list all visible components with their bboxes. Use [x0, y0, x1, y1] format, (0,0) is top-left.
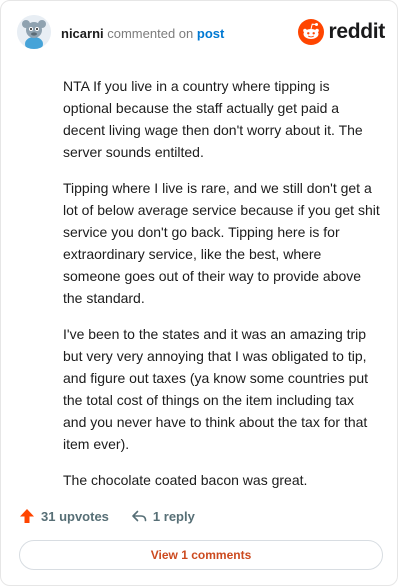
comment-body: NTA If you live in a country where tippi…	[63, 75, 381, 505]
comment-paragraph: NTA If you live in a country where tippi…	[63, 78, 363, 160]
brand-wordmark: reddit	[328, 20, 385, 43]
comment-paragraph: Tipping where I live is rare, and we sti…	[63, 180, 380, 306]
comment-actions: 31 upvotes 1 reply	[19, 505, 195, 527]
action-text: commented on	[107, 26, 194, 41]
comment-card: nicarni commented on post reddit NTA If …	[0, 0, 398, 586]
user-avatar[interactable]	[17, 15, 51, 49]
comment-paragraph: The chocolate coated bacon was great.	[63, 472, 308, 488]
reply-count: 1 reply	[152, 508, 195, 524]
reddit-brand[interactable]: reddit	[298, 18, 385, 46]
comment-header: nicarni commented on post reddit	[17, 15, 385, 51]
comment-paragraph: I've been to the states and it was an am…	[63, 326, 369, 452]
reply-arrow-icon	[132, 510, 147, 522]
upvote-count: 31 upvotes	[41, 508, 109, 524]
comment-meta: nicarni commented on post	[61, 26, 224, 41]
avatar-icon	[17, 15, 51, 49]
upvote-button[interactable]: 31 upvotes	[19, 508, 109, 524]
reply-button[interactable]: 1 reply	[131, 508, 195, 524]
view-comments-button[interactable]: View 1 comments	[19, 540, 383, 570]
reddit-logo-icon	[298, 19, 325, 45]
username-link[interactable]: nicarni	[61, 26, 104, 41]
upvote-arrow-icon	[20, 509, 34, 523]
view-comments-label: View 1 comments	[150, 548, 252, 562]
post-link[interactable]: post	[197, 26, 224, 41]
